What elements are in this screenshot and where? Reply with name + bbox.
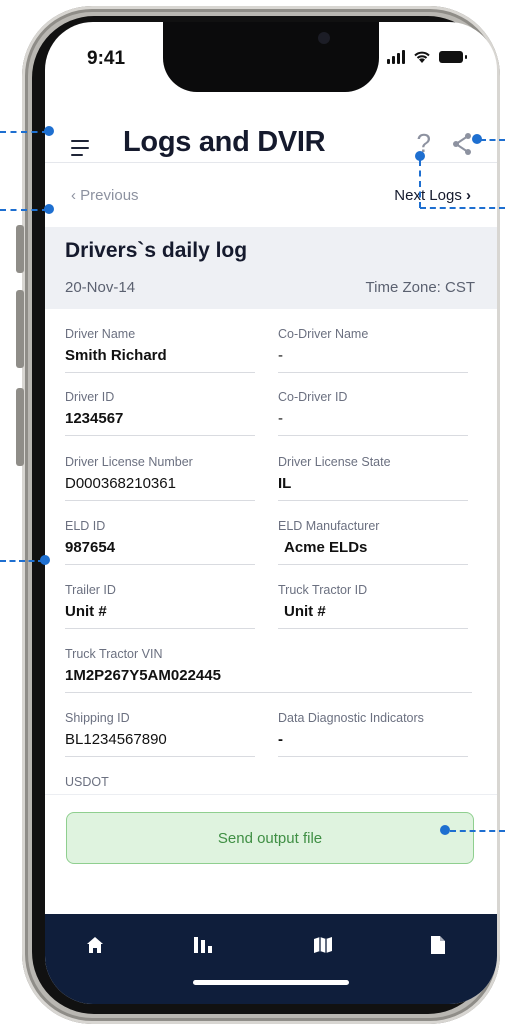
side-button <box>16 388 24 466</box>
tab-reports[interactable] <box>153 914 253 976</box>
page-title: Logs and DVIR <box>123 126 326 158</box>
field-driver-license-number: Driver License Number D000368210361 <box>65 455 255 501</box>
callout-line <box>0 209 48 211</box>
field-value: D000368210361 <box>65 475 176 492</box>
field-value: 1234567 <box>65 410 124 427</box>
status-icons <box>387 50 467 64</box>
callout-line <box>0 131 48 133</box>
callout-line <box>480 139 505 141</box>
field-value: - <box>278 410 283 427</box>
field-label: Driver License Number <box>65 455 193 469</box>
callout-dot <box>44 126 54 136</box>
home-indicator[interactable] <box>193 980 349 985</box>
header-divider <box>45 162 497 163</box>
field-label: ELD Manufacturer <box>278 519 380 533</box>
tab-documents[interactable] <box>388 914 488 976</box>
field-label: Shipping ID <box>65 711 130 725</box>
field-label: Trailer ID <box>65 583 116 597</box>
log-title: Drivers`s daily log <box>65 239 248 262</box>
side-button <box>16 290 24 368</box>
field-label: Driver ID <box>65 390 115 404</box>
callout-dot <box>440 825 450 835</box>
map-icon <box>314 937 332 953</box>
log-date: 20-Nov-14 <box>65 279 136 296</box>
status-time: 9:41 <box>87 48 126 69</box>
previous-label: Previous <box>80 187 139 204</box>
field-label: USDOT <box>65 775 109 789</box>
log-header: Drivers`s daily log 20-Nov-14 Time Zone:… <box>45 227 497 309</box>
log-timezone: Time Zone: CST <box>365 279 475 296</box>
field-trailer-id: Trailer ID Unit # <box>65 583 255 629</box>
field-co-driver-name: Co-Driver Name - <box>278 327 468 373</box>
field-usdot: USDOT <box>65 775 255 789</box>
camera <box>318 32 330 44</box>
field-co-driver-id: Co-Driver ID - <box>278 390 468 436</box>
previous-link[interactable]: ‹ Previous <box>71 187 139 204</box>
field-driver-license-state: Driver License State IL <box>278 455 468 501</box>
phone-screen: 9:41 Logs and DVIR ? ‹ Previous Next Log… <box>45 22 497 1004</box>
chevron-left-icon: ‹ <box>71 187 76 204</box>
field-label: Co-Driver Name <box>278 327 369 341</box>
menu-icon[interactable] <box>71 140 89 161</box>
field-value: IL <box>278 475 292 492</box>
callout-line <box>0 560 44 562</box>
notch <box>163 22 379 92</box>
field-eld-id: ELD ID 987654 <box>65 519 255 565</box>
signal-icon <box>387 50 405 64</box>
field-truck-tractor-id: Truck Tractor ID Unit # <box>278 583 468 629</box>
next-logs-link[interactable]: Next Logs › <box>394 187 471 204</box>
tab-home[interactable] <box>45 914 145 976</box>
field-value: Smith Richard <box>65 347 167 364</box>
next-logs-label: Next Logs <box>394 187 462 204</box>
callout-dot <box>40 555 50 565</box>
field-label: Truck Tractor VIN <box>65 647 163 661</box>
callout-line <box>420 207 505 209</box>
field-value: Unit # <box>65 603 107 620</box>
field-label: Truck Tractor ID <box>278 583 368 597</box>
chevron-right-icon: › <box>466 187 471 204</box>
field-driver-name: Driver Name Smith Richard <box>65 327 255 373</box>
wifi-icon <box>414 51 430 63</box>
field-value: 987654 <box>65 539 116 556</box>
field-truck-tractor-vin: Truck Tractor VIN 1M2P267Y5AM022445 <box>65 647 472 693</box>
share-icon[interactable] <box>451 132 473 156</box>
side-button <box>16 225 24 273</box>
field-label: Driver Name <box>65 327 136 341</box>
send-output-file-button[interactable]: Send output file <box>66 812 474 864</box>
document-icon <box>431 936 445 954</box>
field-eld-manufacturer: ELD Manufacturer Acme ELDs <box>278 519 468 565</box>
field-value: BL1234567890 <box>65 731 167 748</box>
field-data-diagnostic-indicators: Data Diagnostic Indicators - <box>278 711 468 757</box>
field-value: Unit # <box>284 603 326 620</box>
tab-map[interactable] <box>273 914 373 976</box>
field-label: ELD ID <box>65 519 106 533</box>
field-value: - <box>278 731 283 748</box>
field-label: Driver License State <box>278 455 391 469</box>
field-value: 1M2P267Y5AM022445 <box>65 667 221 684</box>
field-shipping-id: Shipping ID BL1234567890 <box>65 711 255 757</box>
bar-chart-icon <box>194 937 212 953</box>
field-label: Data Diagnostic Indicators <box>278 711 424 725</box>
callout-line <box>450 830 505 832</box>
field-value: - <box>278 347 283 364</box>
field-driver-id: Driver ID 1234567 <box>65 390 255 436</box>
battery-icon <box>439 51 467 63</box>
field-label: Co-Driver ID <box>278 390 348 404</box>
field-value: Acme ELDs <box>284 539 368 556</box>
callout-dot <box>44 204 54 214</box>
callout-line <box>419 160 421 208</box>
tab-bar <box>45 914 497 1004</box>
home-icon <box>87 937 103 953</box>
